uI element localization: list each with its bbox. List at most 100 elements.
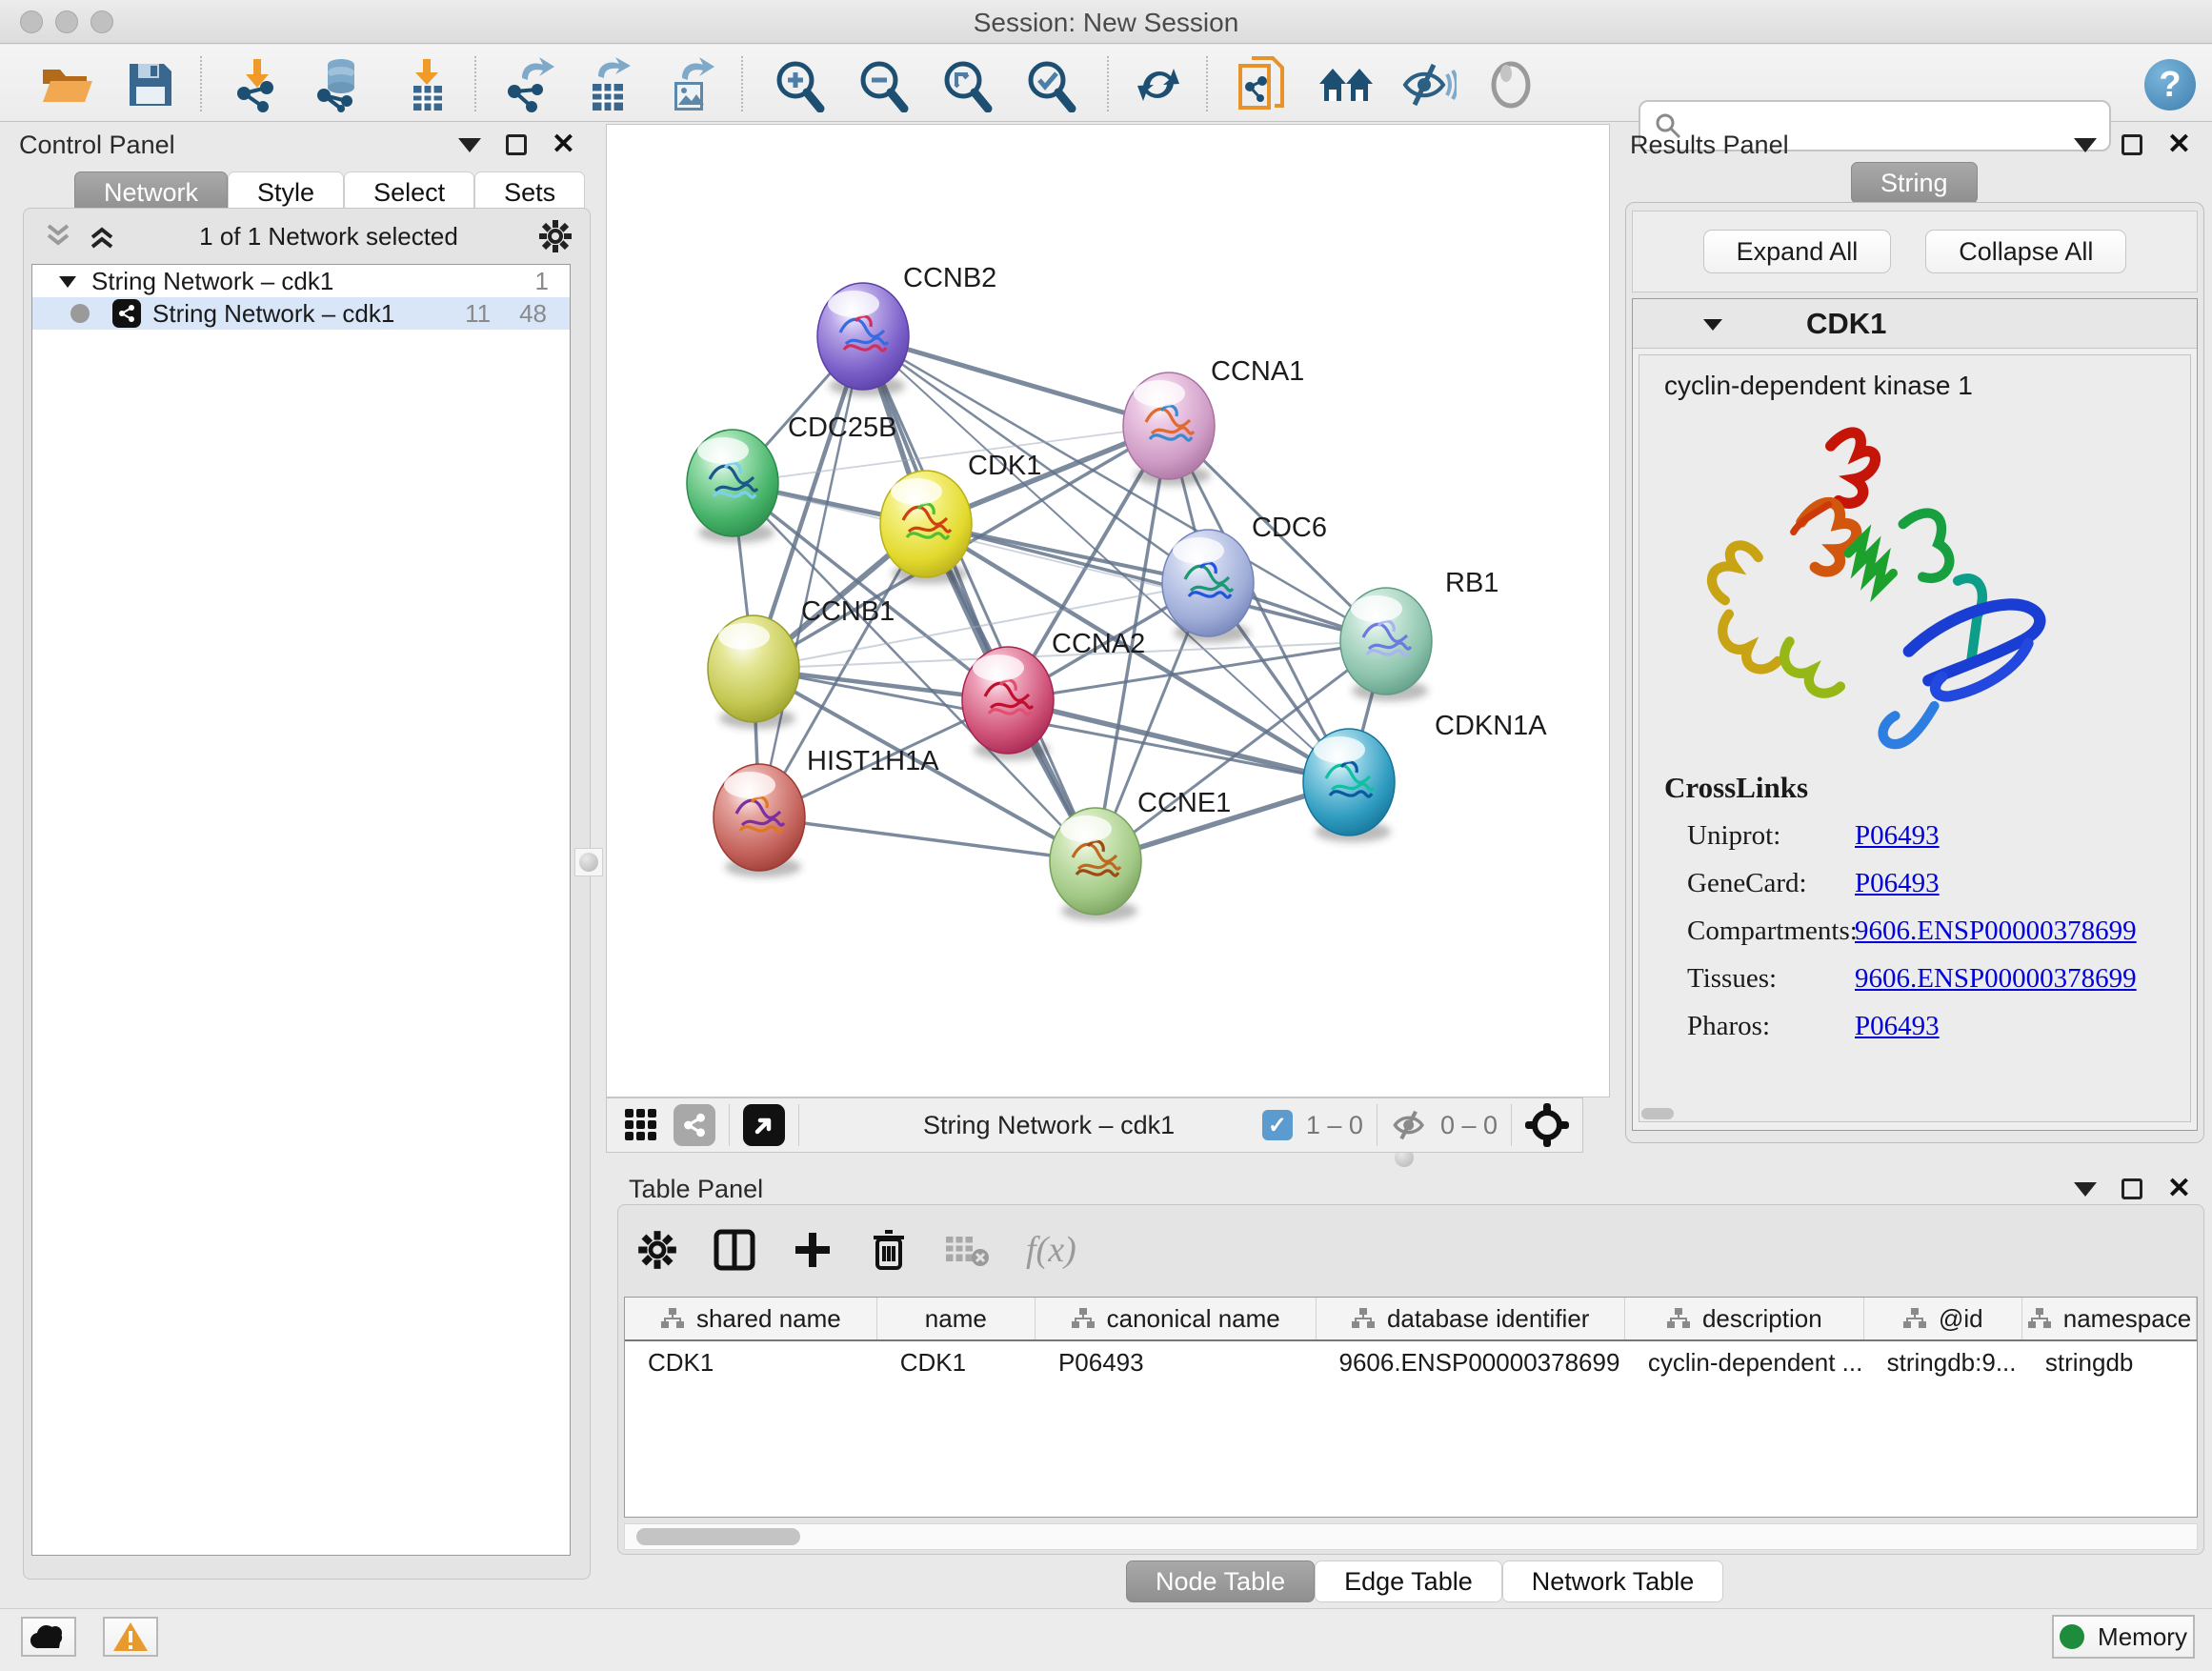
table-row[interactable]: CDK1CDK1P064939606.ENSP00000378699cyclin… (625, 1341, 2197, 1383)
zoom-out-button[interactable] (852, 58, 913, 111)
table-cell[interactable]: 9606.ENSP00000378699 (1316, 1341, 1624, 1383)
column-header-namespace[interactable]: namespace (2022, 1298, 2197, 1339)
hidden-eye-icon[interactable] (1391, 1109, 1429, 1141)
hide-selected-button[interactable] (1398, 58, 1459, 111)
apply-layout-button[interactable] (1128, 58, 1189, 111)
network-node-HIST1H1A[interactable] (714, 764, 805, 877)
delete-column-icon[interactable] (870, 1228, 908, 1272)
gear-icon[interactable] (538, 219, 573, 253)
import-network-file-button[interactable] (227, 58, 288, 111)
fit-selected-icon[interactable] (1525, 1103, 1569, 1147)
network-node-CDC6[interactable] (1162, 530, 1254, 643)
add-column-icon[interactable] (792, 1229, 834, 1271)
table-cell[interactable]: CDK1 (625, 1341, 877, 1383)
table-horizontal-scrollbar[interactable] (624, 1523, 2198, 1550)
table-cell[interactable]: stringdb (2022, 1341, 2197, 1383)
network-node-CCNA2[interactable] (962, 647, 1054, 760)
collapse-panel-icon[interactable] (2074, 138, 2097, 152)
column-header--id[interactable]: @id (1864, 1298, 2022, 1339)
left-splitter-handle[interactable] (574, 848, 603, 876)
memory-button[interactable]: Memory (2052, 1615, 2195, 1659)
export-table-icon (581, 57, 634, 112)
show-all-button[interactable] (1480, 58, 1541, 111)
zoom-in-button[interactable] (768, 58, 829, 111)
show-home-button[interactable] (1317, 58, 1377, 111)
network-canvas[interactable]: CCNB2CCNA1CDC25BCDK1CDC6RB1CCNB1CCNA2CDK… (606, 124, 1610, 1097)
column-header-shared-name[interactable]: shared name (625, 1298, 877, 1339)
float-panel-icon[interactable] (2122, 134, 2142, 155)
float-panel-icon[interactable] (506, 134, 527, 155)
close-panel-icon[interactable]: ✕ (552, 134, 575, 155)
close-panel-icon[interactable]: ✕ (2167, 134, 2191, 155)
network-edge-CCNB2-CCNE1[interactable] (863, 336, 1096, 861)
zoom-fit-button[interactable] (935, 58, 996, 111)
expand-all-icon[interactable] (87, 222, 119, 251)
import-table-file-button[interactable] (396, 58, 457, 111)
table-options-gear-icon[interactable] (637, 1230, 677, 1270)
network-node-CCNE1[interactable] (1050, 808, 1141, 921)
results-horizontal-scrollbar[interactable] (1641, 1108, 1674, 1119)
help-button[interactable]: ? (2140, 58, 2201, 111)
home-houses-icon (1317, 61, 1377, 109)
birdseye-view-icon[interactable] (743, 1104, 785, 1146)
table-cell[interactable]: P06493 (1036, 1341, 1317, 1383)
application-window: Session: New Session (0, 0, 2212, 1671)
export-image-button[interactable] (659, 58, 720, 111)
collapse-panel-icon[interactable] (2074, 1182, 2097, 1197)
table-cell[interactable]: CDK1 (877, 1341, 1036, 1383)
collapse-all-icon[interactable] (43, 222, 75, 251)
open-session-button[interactable] (36, 58, 97, 111)
table-cell[interactable]: stringdb:9... (1864, 1341, 2022, 1383)
clone-network-button[interactable] (1233, 58, 1294, 111)
export-table-button[interactable] (577, 58, 638, 111)
network-node-CCNA1[interactable] (1123, 372, 1215, 486)
network-node-CDC25B[interactable] (687, 430, 778, 543)
network-view-toolbar: String Network – cdk1 ✓ 1 – 0 0 – 0 (606, 1097, 1583, 1153)
float-panel-icon[interactable] (2122, 1178, 2142, 1199)
crosslink-link[interactable]: 9606.ENSP00000378699 (1855, 916, 2137, 947)
network-node-CDKN1A[interactable] (1303, 729, 1395, 842)
network-collection-row[interactable]: String Network – cdk1 1 (32, 265, 570, 297)
node-table[interactable]: shared name name canonical namedatabase id… (624, 1297, 2198, 1518)
tab-edge-table[interactable]: Edge Table (1315, 1560, 1502, 1602)
column-header-description[interactable]: description (1625, 1298, 1864, 1339)
export-network-button[interactable] (497, 58, 558, 111)
grid-view-icon[interactable] (624, 1108, 658, 1142)
string-style-icon[interactable] (674, 1104, 715, 1146)
network-node-RB1[interactable] (1340, 588, 1432, 701)
column-header-label: name (925, 1304, 987, 1334)
tab-node-table[interactable]: Node Table (1126, 1560, 1315, 1602)
import-network-database-button[interactable] (309, 58, 370, 111)
cloud-status-button[interactable] (21, 1617, 76, 1657)
network-row-selected[interactable]: String Network – cdk1 11 48 (32, 297, 570, 330)
network-node-CCNB1[interactable] (708, 615, 799, 729)
warnings-button[interactable] (103, 1617, 158, 1657)
collapse-panel-icon[interactable] (458, 138, 481, 152)
selected-checkbox[interactable]: ✓ (1262, 1110, 1293, 1140)
table-cell[interactable]: cyclin-dependent ... (1625, 1341, 1864, 1383)
zoom-selected-button[interactable] (1019, 58, 1080, 111)
network-node-CCNB2[interactable] (817, 283, 909, 396)
save-session-button[interactable] (120, 58, 181, 111)
network-node-CDK1[interactable] (880, 471, 972, 584)
crosslink-link[interactable]: P06493 (1855, 820, 1940, 852)
expand-all-button[interactable]: Expand All (1703, 230, 1892, 273)
network-edge-HIST1H1A-CCNE1[interactable] (759, 817, 1096, 861)
column-header-canonical-name[interactable]: canonical name (1036, 1298, 1317, 1339)
crosslink-link[interactable]: P06493 (1855, 1011, 1940, 1042)
collapse-all-button[interactable]: Collapse All (1925, 230, 2126, 273)
crosslink-link[interactable]: P06493 (1855, 868, 1940, 899)
tree-expander-icon[interactable] (57, 272, 78, 290)
network-label: String Network – cdk1 (152, 299, 465, 329)
network-edge-CCNB2-CCNA1[interactable] (863, 336, 1169, 426)
column-header-name[interactable]: name (877, 1298, 1036, 1339)
show-columns-icon[interactable] (714, 1229, 755, 1271)
cdk1-section: CDK1 cyclin-dependent kinase 1 (1632, 298, 2198, 1131)
close-panel-icon[interactable]: ✕ (2167, 1178, 2191, 1199)
column-header-database-identifier[interactable]: database identifier (1317, 1298, 1625, 1339)
tab-string[interactable]: String (1851, 162, 1978, 204)
scrollbar-thumb[interactable] (636, 1528, 800, 1545)
crosslink-link[interactable]: 9606.ENSP00000378699 (1855, 963, 2137, 995)
section-expander-icon[interactable] (1701, 315, 1724, 332)
tab-network-table[interactable]: Network Table (1502, 1560, 1724, 1602)
